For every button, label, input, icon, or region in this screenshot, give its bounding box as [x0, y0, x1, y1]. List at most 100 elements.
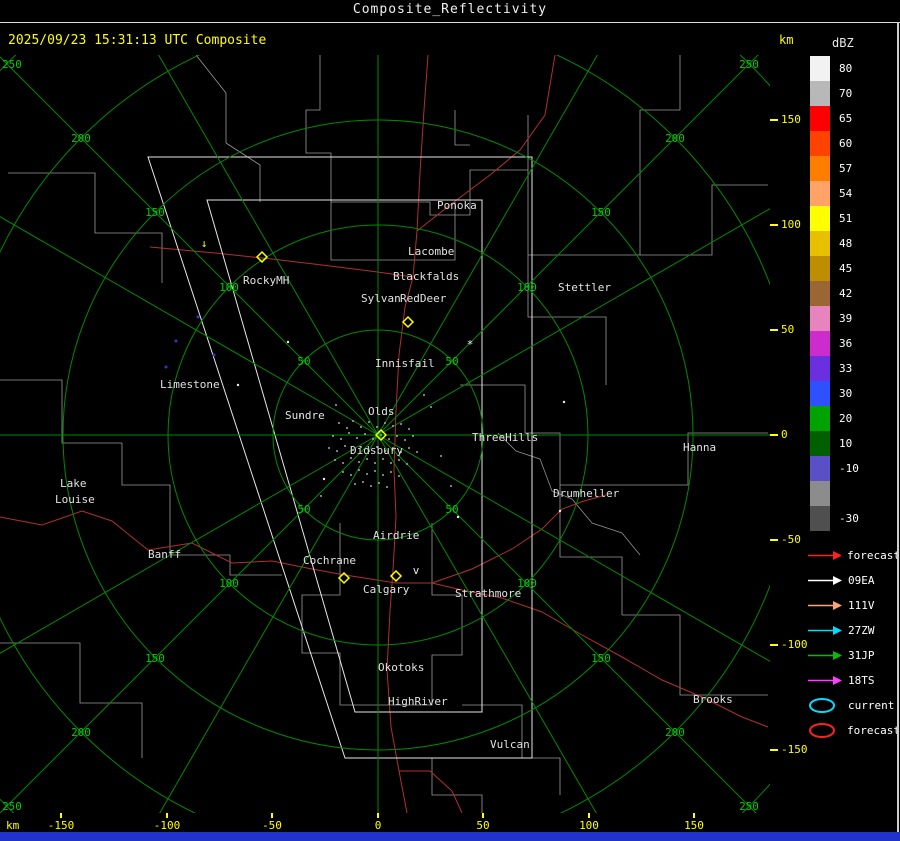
azimuth-spoke — [0, 434, 379, 654]
radar-echo-dot — [423, 394, 425, 396]
dbz-swatch — [810, 181, 830, 206]
city-label: Limestone — [160, 378, 220, 391]
city-label: HighRiver — [388, 695, 448, 708]
dbz-swatch — [810, 106, 830, 131]
y-axis-tick — [770, 119, 778, 121]
dbz-swatch-label: 51 — [839, 212, 853, 225]
radar-echo-dot — [386, 486, 388, 488]
city-label: Hanna — [683, 441, 716, 454]
dbz-swatch-label: 10 — [839, 437, 853, 450]
range-ring-label: 100 — [517, 281, 537, 294]
radar-map-canvas[interactable]: 50 100 150 200 250 50 100 150 200 250 50 100 150 200 2… — [0, 0, 900, 841]
y-axis-tick — [770, 329, 778, 331]
dbz-swatch-label: 48 — [839, 237, 853, 250]
dbz-swatch-row: 65 — [806, 106, 900, 131]
range-ring-label: 50 — [297, 503, 310, 516]
azimuth-spoke — [0, 434, 379, 814]
lake-dot — [164, 365, 168, 369]
radar-echo-dot — [372, 438, 374, 440]
x-axis-tick — [271, 813, 273, 818]
radar-echo-dot — [382, 474, 384, 476]
dbz-swatch-row: -30 — [806, 506, 900, 531]
radar-echo-dot — [342, 462, 344, 464]
range-ring-label: 150 — [145, 652, 165, 665]
y-axis-tick — [770, 749, 778, 751]
range-ring-label: 200 — [71, 132, 91, 145]
county-boundary-line — [527, 255, 607, 385]
radar-echo-dot — [392, 425, 394, 427]
range-ring-label: 100 — [219, 577, 239, 590]
track-arrow-icon — [808, 676, 842, 685]
range-ring-label: 200 — [665, 132, 685, 145]
dbz-swatch — [810, 231, 830, 256]
radar-echo-dot — [378, 482, 380, 484]
city-label: Blackfalds — [393, 270, 459, 283]
dbz-swatch-label: -30 — [839, 512, 859, 525]
track-label: 31JP — [848, 649, 875, 662]
radar-echo-dot — [396, 435, 398, 437]
radar-echo-dot — [450, 485, 452, 487]
track-label: 27ZW — [848, 624, 875, 637]
dbz-swatch-row: -10 — [806, 456, 900, 481]
range-ring-label: 150 — [591, 206, 611, 219]
dbz-swatch-label: 80 — [839, 62, 853, 75]
county-boundary-line — [195, 54, 227, 143]
radar-echo-dot — [374, 462, 376, 464]
x-axis-tick-label: 150 — [684, 819, 704, 832]
city-label: Banff — [148, 548, 181, 561]
dbz-scale-title: dBZ — [832, 36, 854, 50]
dbz-swatch-label: 65 — [839, 112, 853, 125]
dbz-swatch-label: 30 — [839, 387, 853, 400]
lake-dot — [212, 353, 216, 357]
city-label: RedDeer — [400, 292, 447, 305]
x-axis-tick — [166, 813, 168, 818]
radar-echo-dot — [360, 426, 362, 428]
track-arrow-icon — [808, 651, 842, 660]
radar-echo-dot — [335, 404, 337, 406]
dbz-swatch-row — [806, 481, 900, 506]
radar-echo-dot — [430, 406, 432, 408]
dbz-swatch — [810, 456, 830, 481]
y-axis-tick-label: -100 — [781, 638, 808, 651]
radar-echo-dot — [350, 457, 352, 459]
x-axis-tick — [60, 813, 62, 818]
city-label: Drumheller — [553, 487, 620, 500]
track-label: forecast — [847, 549, 900, 562]
city-label: Sundre — [285, 409, 325, 422]
radar-echo-dot — [398, 459, 400, 461]
dbz-swatch — [810, 406, 830, 431]
town-dot — [286, 340, 290, 344]
range-ring-label: 150 — [145, 206, 165, 219]
radar-echo-dot — [416, 451, 418, 453]
dbz-swatch-row: 80 — [806, 56, 900, 81]
radar-echo-dot — [388, 438, 390, 440]
radar-echo-dot — [406, 463, 408, 465]
range-ring-label: 250 — [2, 800, 22, 813]
radar-echo-dot — [408, 447, 410, 449]
radar-echo-dot — [398, 475, 400, 477]
radar-echo-dot — [440, 455, 442, 457]
radar-echo-dot — [334, 459, 336, 461]
county-boundary-line — [331, 169, 528, 216]
radar-echo-dot — [362, 481, 364, 483]
dbz-swatch-label: 54 — [839, 187, 853, 200]
radar-echo-dot — [382, 458, 384, 460]
range-ring-label: 250 — [739, 800, 759, 813]
dbz-swatch — [810, 431, 830, 456]
dbz-swatch-row: 60 — [806, 131, 900, 156]
town-dot — [562, 400, 566, 404]
range-ring-label: 200 — [71, 726, 91, 739]
legend-track-item: 18TS — [806, 668, 900, 693]
city-label: Calgary — [363, 583, 410, 596]
radar-echo-dot — [368, 421, 370, 423]
track-label: forecast — [847, 724, 900, 737]
dbz-swatch — [810, 356, 830, 381]
radar-app-window: Composite_Reflectivity 2025/09/23 15:31:… — [0, 0, 900, 841]
map-glyph-marker: * — [467, 338, 474, 351]
county-boundary-line — [301, 523, 463, 706]
azimuth-spoke — [143, 434, 379, 841]
dbz-swatch — [810, 306, 830, 331]
radar-echo-dot — [352, 420, 354, 422]
legend-track-item: forecast — [806, 543, 900, 568]
range-ring-label: 150 — [591, 652, 611, 665]
